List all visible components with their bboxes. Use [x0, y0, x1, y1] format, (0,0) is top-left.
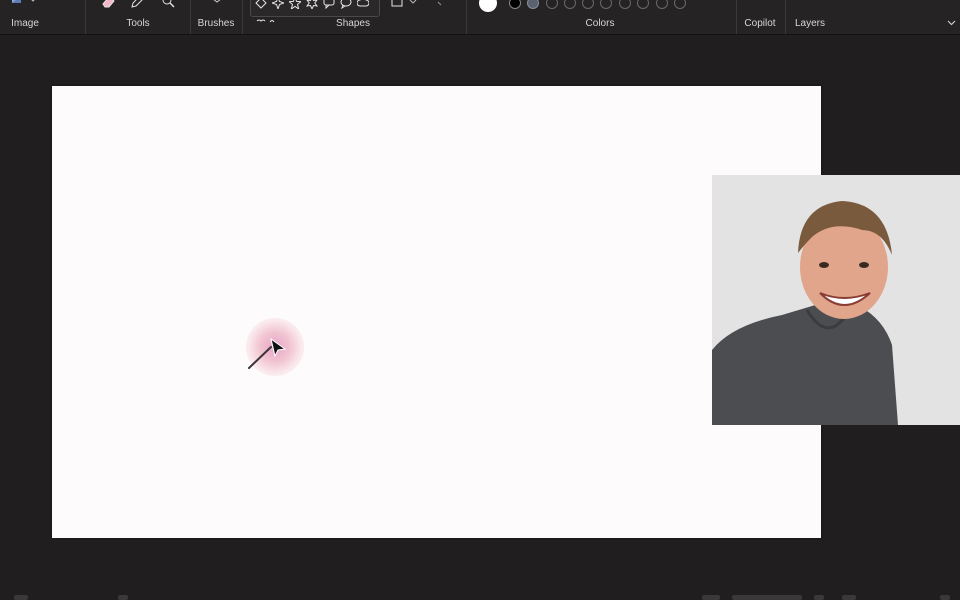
ribbon-toolbar: Image Tools Brushes Shapes Colors Copilo…: [0, 0, 960, 35]
six-point-star-icon[interactable]: [305, 0, 319, 14]
color-swatch-empty[interactable]: [637, 0, 649, 9]
tools-group-label: Tools: [126, 18, 150, 29]
tools-group: Tools: [86, 0, 190, 34]
status-bar-item: [14, 595, 28, 600]
primary-color-swatch[interactable]: [479, 0, 497, 12]
five-point-star-icon[interactable]: [287, 0, 303, 14]
pencil-icon[interactable]: [130, 0, 144, 8]
pencil-stroke: [248, 337, 287, 369]
status-bar-item: [842, 595, 856, 600]
divider: [466, 0, 467, 34]
brush-icon[interactable]: [211, 0, 223, 6]
status-bar-item: [118, 595, 128, 600]
person-photo: [712, 175, 960, 425]
color-swatch-black[interactable]: [509, 0, 521, 9]
divider: [242, 0, 243, 34]
status-bar-item: [702, 595, 720, 600]
drawing-canvas[interactable]: [52, 86, 821, 538]
color-swatch-empty[interactable]: [564, 0, 576, 9]
color-swatch-empty[interactable]: [656, 0, 668, 9]
color-swatch-empty[interactable]: [674, 0, 686, 9]
color-swatch-slate[interactable]: [527, 0, 539, 9]
image-select-icon[interactable]: [10, 0, 38, 8]
image-group-label: Image: [11, 18, 39, 29]
heart-shape-icon[interactable]: [256, 12, 276, 30]
shapes-group-label: Shapes: [336, 18, 370, 29]
status-bar-item: [940, 595, 950, 600]
layers-button[interactable]: Layers: [795, 18, 825, 29]
image-group: Image: [0, 0, 85, 34]
expand-ribbon-chevron-icon[interactable]: [947, 18, 956, 28]
magnifier-icon[interactable]: [162, 0, 176, 8]
eraser-icon[interactable]: [100, 0, 116, 8]
brushes-group[interactable]: Brushes: [191, 0, 242, 34]
color-swatch-empty[interactable]: [619, 0, 631, 9]
status-bar-item: [814, 595, 824, 600]
color-swatch-empty[interactable]: [546, 0, 558, 9]
round-callout-icon[interactable]: [340, 0, 352, 14]
status-bar: [0, 590, 960, 600]
colors-group-label: Colors: [585, 18, 615, 29]
person-photo-image: [712, 175, 960, 425]
color-swatch-empty[interactable]: [582, 0, 594, 9]
chevron-down-icon[interactable]: [437, 0, 445, 14]
zoom-slider[interactable]: [732, 595, 802, 600]
mouse-pointer-icon: [270, 337, 287, 358]
speech-bubble-icon[interactable]: [323, 0, 335, 14]
cloud-callout-icon[interactable]: [356, 0, 370, 14]
outline-fill-icon[interactable]: [390, 0, 422, 14]
copilot-button[interactable]: Copilot: [744, 18, 775, 29]
divider: [785, 0, 786, 34]
divider: [736, 0, 737, 34]
color-swatch-empty[interactable]: [600, 0, 612, 9]
brushes-group-label: Brushes: [197, 18, 235, 29]
